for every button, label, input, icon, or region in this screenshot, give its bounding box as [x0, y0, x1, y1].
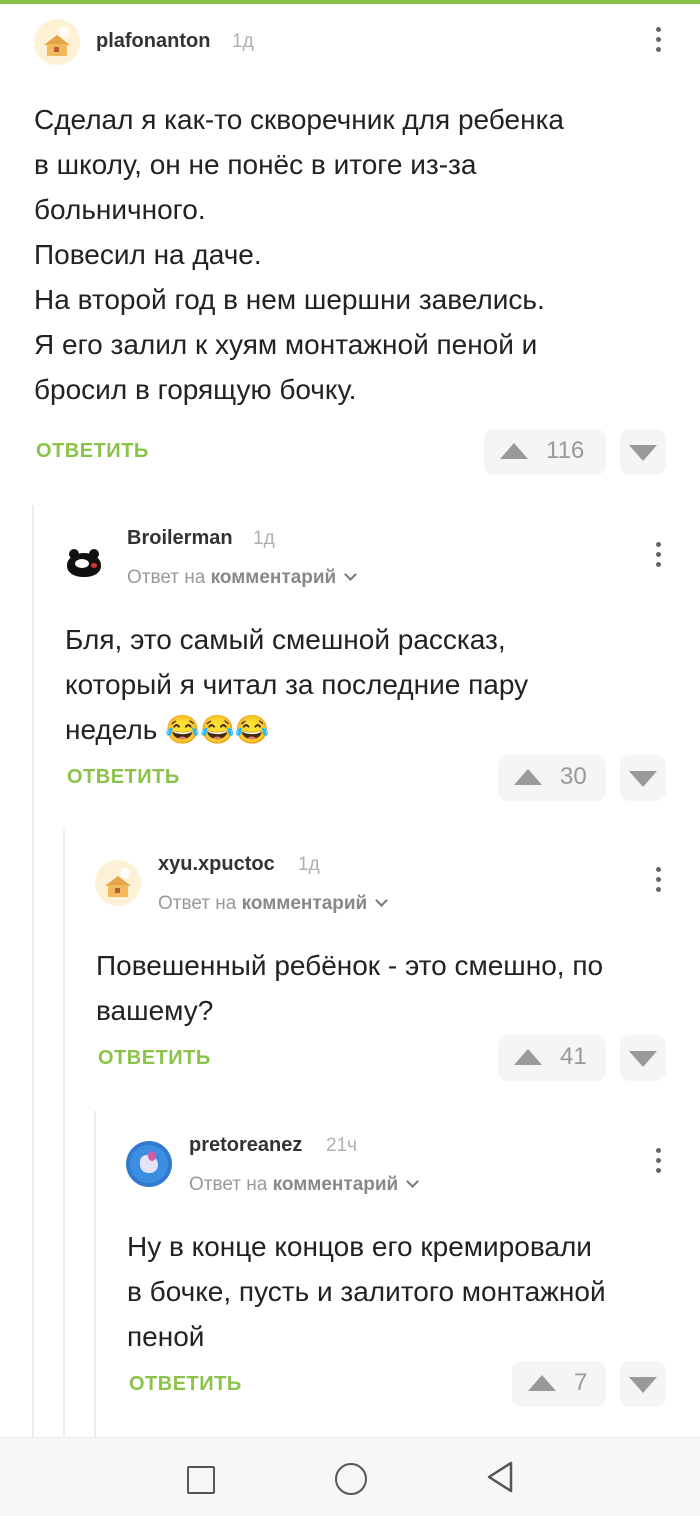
- comment-text: Сделал я как-то скворечник для ребенка в…: [34, 104, 565, 405]
- chevron-down-icon: [406, 1175, 420, 1188]
- downvote-button[interactable]: [620, 429, 666, 475]
- user-avatar[interactable]: [126, 1141, 172, 1187]
- more-options-icon[interactable]: [656, 542, 662, 572]
- comment-time: 1д: [253, 528, 275, 549]
- downvote-icon: [629, 1377, 657, 1393]
- comment-text: Ну в конце концов его кремировали в бочк…: [127, 1231, 606, 1352]
- comment-text: Бля, это самый смешной рассказ, который …: [65, 624, 529, 745]
- recent-apps-icon[interactable]: [187, 1466, 215, 1494]
- upvote-icon: [514, 769, 542, 785]
- chevron-down-icon: [375, 894, 389, 907]
- username[interactable]: plafonanton: [96, 30, 210, 53]
- reply-button[interactable]: ОТВЕТИТЬ: [67, 766, 180, 789]
- comment-text: Повешенный ребёнок - это смешно, по ваше…: [96, 950, 604, 1026]
- username[interactable]: Broilerman: [127, 527, 233, 550]
- more-options-icon[interactable]: [656, 27, 662, 57]
- user-avatar[interactable]: [34, 19, 80, 65]
- downvote-icon: [629, 771, 657, 787]
- reply-to-link[interactable]: Ответ на комментарий: [189, 1174, 420, 1196]
- downvote-button[interactable]: [620, 1035, 666, 1081]
- username[interactable]: xyu.xpuctoc: [158, 853, 275, 876]
- thread-line: [32, 505, 34, 1437]
- upvote-icon: [528, 1375, 556, 1391]
- upvote-button[interactable]: 7: [512, 1361, 606, 1407]
- thread-line: [94, 1111, 96, 1437]
- vote-count: 30: [560, 763, 587, 790]
- username[interactable]: pretoreanez: [189, 1134, 302, 1157]
- home-icon[interactable]: [335, 1463, 367, 1495]
- system-navigation-bar: [0, 1437, 700, 1516]
- more-options-icon[interactable]: [656, 1148, 662, 1178]
- downvote-icon: [629, 445, 657, 461]
- downvote-button[interactable]: [620, 755, 666, 801]
- comment-time: 1д: [298, 854, 320, 875]
- reply-to-link[interactable]: Ответ на комментарий: [127, 567, 358, 589]
- chevron-down-icon: [344, 568, 358, 581]
- reply-button[interactable]: ОТВЕТИТЬ: [36, 440, 149, 463]
- top-accent-bar: [0, 0, 700, 4]
- reply-button[interactable]: ОТВЕТИТЬ: [98, 1047, 211, 1070]
- comment-time: 1д: [232, 31, 254, 52]
- upvote-button[interactable]: 116: [484, 429, 606, 475]
- thread-line: [63, 830, 65, 1437]
- downvote-icon: [629, 1051, 657, 1067]
- comment-time: 21ч: [326, 1135, 358, 1156]
- upvote-button[interactable]: 41: [498, 1035, 606, 1081]
- vote-count: 116: [546, 437, 585, 464]
- reply-to-link[interactable]: Ответ на комментарий: [158, 893, 389, 915]
- more-options-icon[interactable]: [656, 867, 662, 897]
- user-avatar[interactable]: [95, 860, 141, 906]
- user-avatar[interactable]: [63, 541, 109, 587]
- upvote-icon: [514, 1049, 542, 1065]
- downvote-button[interactable]: [620, 1361, 666, 1407]
- vote-count: 41: [560, 1043, 587, 1070]
- reply-button[interactable]: ОТВЕТИТЬ: [129, 1373, 242, 1396]
- back-icon[interactable]: [485, 1460, 515, 1494]
- upvote-icon: [500, 443, 528, 459]
- vote-count: 7: [574, 1369, 588, 1396]
- upvote-button[interactable]: 30: [498, 755, 606, 801]
